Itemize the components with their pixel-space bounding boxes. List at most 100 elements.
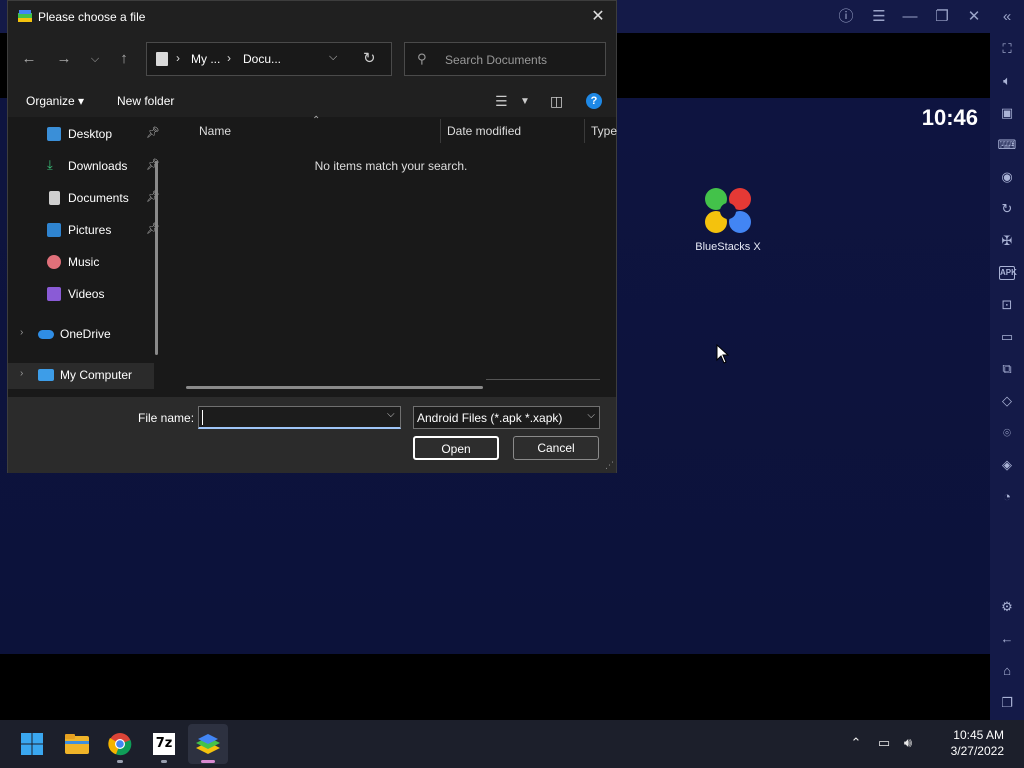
horizontal-scroll-track [486,379,600,380]
breadcrumb-separator-icon: › [227,51,231,65]
bluestacks-x-app-icon[interactable] [700,186,756,236]
settings-icon[interactable]: ⚙ [997,597,1017,617]
dialog-titlebar[interactable]: Please choose a file ✕ [8,1,616,33]
file-name-input[interactable] [198,406,401,429]
desktop-icon [47,127,61,141]
multi-instance-icon[interactable]: ⧉ [997,359,1017,379]
breadcrumb-separator-icon: › [176,51,180,65]
close-icon[interactable]: ✕ [586,5,610,29]
bluestacks-sidebar: ⛶ 🔈︎ ▣ ⌨ ◉ ↻ ✠ APK ⊡ ▭ ⧉ ◇ ⌾ ◈ ◔ ⚙ ← ⌂ ❐ [990,33,1024,720]
home-icon[interactable]: ⌂ [997,661,1017,681]
help-icon[interactable]: ⓘ [835,6,857,28]
sort-ascending-icon: ⌃ [312,115,321,126]
file-list: ⌃ Name Date modified Type No items match… [166,115,617,397]
keyboard-icon[interactable]: ⌨ [997,135,1017,155]
layers-icon[interactable]: ◈ [997,455,1017,475]
preview-pane-icon[interactable]: ◫ [550,93,563,110]
eco-icon[interactable]: ◇ [997,391,1017,411]
forward-arrow-icon[interactable]: → [53,48,75,70]
taskbar-time[interactable]: 10:45 AM [953,728,1004,742]
restore-icon[interactable]: ❐ [931,6,953,28]
running-indicator [161,760,167,763]
minimize-icon[interactable]: — [899,6,921,28]
address-bar[interactable]: › My ... › Docu... ⌵ ↻ [146,42,392,76]
location-icon[interactable]: ⌾ [997,423,1017,443]
onedrive-icon [38,330,54,339]
media-icon[interactable]: ▣ [997,103,1017,123]
file-chooser-dialog: Please choose a file ✕ ← → ⌵ ↑ › My ... … [7,0,617,473]
sidebar-item-onedrive[interactable]: › OneDrive [8,322,153,348]
help-icon[interactable]: ? [586,93,602,109]
address-dropdown-icon[interactable]: ⌵ [329,51,337,64]
chevron-right-icon[interactable]: › [20,368,23,379]
refresh-icon[interactable]: ↻ [363,49,376,67]
new-folder-button[interactable]: New folder [117,94,174,108]
start-button[interactable] [12,724,52,764]
start-icon [21,733,43,755]
search-box[interactable]: ⚲ Search Documents [404,42,606,76]
sidebar-item-desktop[interactable]: Desktop 📌︎ [20,122,165,148]
navigation-bar: ← → ⌵ ↑ › My ... › Docu... ⌵ ↻ ⚲ Search … [8,33,616,85]
taskbar-file-explorer[interactable] [57,724,97,764]
chevron-right-icon[interactable]: › [20,327,23,338]
breadcrumb-my-computer[interactable]: My ... [191,52,220,66]
organize-button[interactable]: Organize ▾ [26,94,84,108]
network-icon[interactable]: ▭ [874,733,894,753]
view-dropdown-icon[interactable]: ▼ [520,96,530,107]
chrome-icon [108,733,132,756]
up-arrow-icon[interactable]: ↑ [113,48,135,70]
show-hidden-icons-chevron-icon[interactable]: ⌃ [846,733,866,753]
android-nav-area [0,654,990,720]
gamepad-icon[interactable]: ✠ [997,231,1017,251]
recent-locations-chevron-icon[interactable]: ⌵ [84,48,106,70]
column-divider[interactable] [440,119,441,143]
open-button[interactable]: Open [413,436,499,460]
resize-grip-icon[interactable]: ⋰ [605,460,614,471]
taskbar-bluestacks[interactable] [188,724,228,764]
column-header-type[interactable]: Type [591,124,617,138]
sidebar-item-downloads[interactable]: ⤓ Downloads 📌︎ [20,154,165,180]
active-indicator [201,760,215,763]
column-header-name[interactable]: Name [199,124,231,138]
horizontal-scrollbar[interactable] [186,386,483,389]
breadcrumb-documents[interactable]: Docu... [243,52,281,66]
macro-icon[interactable]: ◉ [997,167,1017,187]
collapse-sidebar-icon[interactable]: « [996,6,1018,28]
folder-icon[interactable]: ▭ [997,327,1017,347]
performance-icon[interactable]: ◔ [997,487,1017,507]
taskbar-7zip[interactable]: 7z [144,724,184,764]
search-placeholder[interactable]: Search Documents [445,53,547,67]
apk-icon[interactable]: APK [999,266,1017,280]
sidebar-item-music[interactable]: Music [20,250,165,276]
back-icon[interactable]: ← [997,629,1017,649]
navigation-pane-scrollbar[interactable] [155,161,158,355]
sidebar-item-documents[interactable]: Documents 📌︎ [20,186,165,212]
computer-icon [38,369,54,381]
menu-icon[interactable]: ☰ [868,6,890,28]
chevron-down-icon: ⌵ [587,410,595,421]
rotate-icon[interactable]: ↻ [997,199,1017,219]
pin-icon: 📌︎ [146,127,160,139]
taskbar-chrome[interactable] [100,724,140,764]
column-divider[interactable] [584,119,585,143]
fullscreen-icon[interactable]: ⛶ [997,39,1017,59]
volume-icon[interactable]: 🔊︎ [898,733,918,753]
sidebar-item-label: Pictures [68,223,112,237]
bluestacks-x-app-label[interactable]: BlueStacks X [680,241,776,253]
sidebar-item-my-computer[interactable]: › My Computer [8,363,154,389]
screenshot-icon[interactable]: ⊡ [997,295,1017,315]
system-tray: ⌃ ▭ 🔊︎ 10:45 AM 3/27/2022 [851,720,1024,768]
mouse-cursor-icon [716,344,730,364]
cancel-button[interactable]: Cancel [513,436,599,460]
recents-icon[interactable]: ❐ [997,693,1017,713]
volume-icon[interactable]: 🔈︎ [997,71,1017,91]
back-arrow-icon[interactable]: ← [18,48,40,70]
close-icon[interactable]: ✕ [963,6,985,28]
sidebar-item-pictures[interactable]: Pictures 📌︎ [20,218,165,244]
file-name-dropdown-icon[interactable]: ⌵ [387,409,395,420]
sidebar-item-videos[interactable]: Videos [20,282,165,308]
taskbar-date[interactable]: 3/27/2022 [951,744,1004,758]
column-header-date-modified[interactable]: Date modified [447,124,521,138]
file-type-select[interactable]: Android Files (*.apk *.xapk) ⌵ [413,406,600,429]
view-options-icon[interactable]: ☰ [495,93,508,110]
